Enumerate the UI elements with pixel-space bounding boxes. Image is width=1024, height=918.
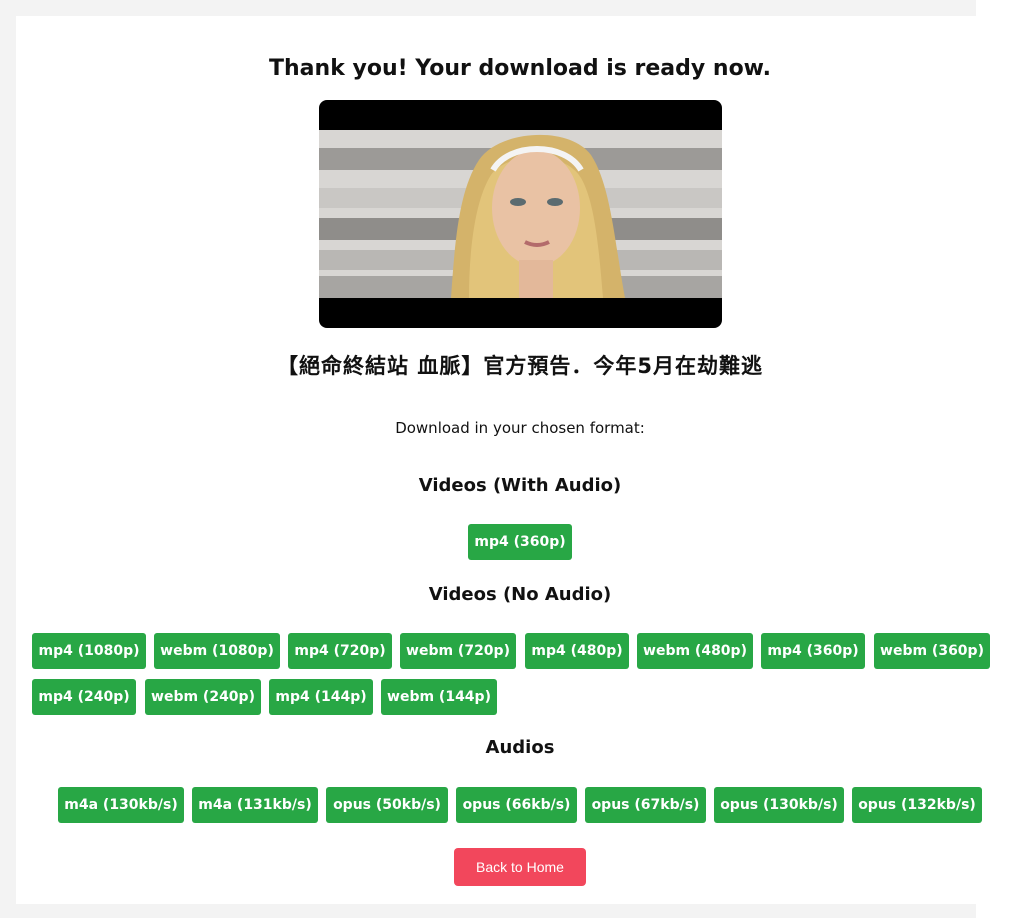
download-button[interactable]: webm (720p) — [400, 633, 516, 669]
video-title: 【絕命終結站 血脈】官方預告．今年5月在劫難逃 — [277, 354, 763, 378]
with-audio-buttons: mp4 (360p) — [0, 524, 1024, 560]
back-to-home-button[interactable]: Back to Home — [454, 848, 586, 886]
video-thumbnail — [319, 100, 722, 328]
page-right-edge — [976, 0, 1024, 918]
download-button[interactable]: webm (144p) — [381, 679, 497, 715]
download-button[interactable]: mp4 (144p) — [269, 679, 373, 715]
download-button[interactable]: webm (240p) — [145, 679, 261, 715]
download-button[interactable]: mp4 (480p) — [525, 633, 629, 669]
section-heading-audios: Audios — [485, 737, 555, 758]
download-button[interactable]: opus (132kb/s) — [852, 787, 982, 823]
download-button[interactable]: opus (50kb/s) — [326, 787, 448, 823]
download-button[interactable]: opus (130kb/s) — [714, 787, 844, 823]
download-button[interactable]: mp4 (360p) — [468, 524, 572, 560]
download-button[interactable]: webm (1080p) — [154, 633, 280, 669]
download-button[interactable]: mp4 (720p) — [288, 633, 392, 669]
thumbnail-image — [319, 130, 722, 298]
section-heading-no-audio: Videos (No Audio) — [428, 584, 612, 605]
download-button[interactable]: opus (66kb/s) — [456, 787, 577, 823]
download-button[interactable]: webm (480p) — [637, 633, 753, 669]
download-button[interactable]: webm (360p) — [874, 633, 990, 669]
format-prompt: Download in your chosen format: — [395, 419, 645, 437]
download-button[interactable]: mp4 (360p) — [761, 633, 865, 669]
section-heading-with-audio: Videos (With Audio) — [418, 475, 622, 496]
download-button[interactable]: mp4 (240p) — [32, 679, 136, 715]
download-button[interactable]: m4a (130kb/s) — [58, 787, 184, 823]
page-title: Thank you! Your download is ready now. — [269, 56, 771, 81]
download-button[interactable]: m4a (131kb/s) — [192, 787, 318, 823]
download-button[interactable]: opus (67kb/s) — [585, 787, 706, 823]
download-button[interactable]: mp4 (1080p) — [32, 633, 146, 669]
